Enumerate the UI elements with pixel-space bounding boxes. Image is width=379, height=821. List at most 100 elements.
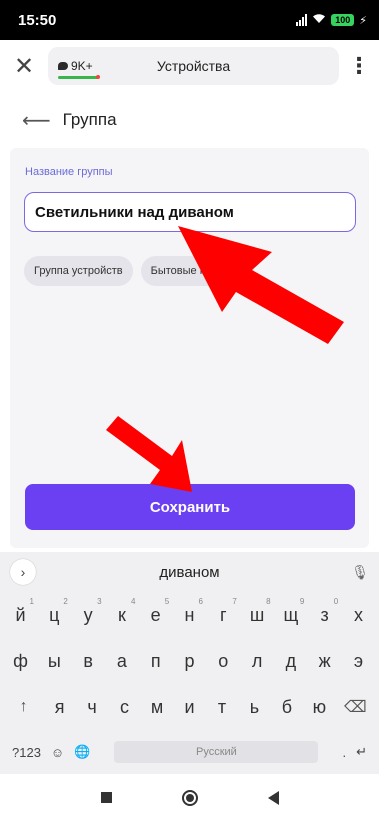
enter-key[interactable]: ↵ [356,744,367,760]
chip-device-group[interactable]: Группа устройств [24,256,133,286]
signal-icon [296,14,308,26]
key[interactable]: з0 [308,597,341,626]
key[interactable]: е5 [139,597,172,626]
key[interactable]: й1 [4,597,37,626]
keyboard: › диваном 🎙 й1ц2у3к4е5н6г7ш8щ9з0х фывапр… [0,552,379,774]
suggestion-bar: › диваном 🎙 [0,552,379,592]
key-label: ь [249,696,260,717]
home-icon[interactable] [181,789,198,806]
key[interactable]: г7 [207,597,240,626]
key-label: с [120,696,130,717]
key-label: о [218,650,229,671]
key-label: м [150,696,164,717]
key[interactable]: ю [303,697,335,718]
recents-icon[interactable] [100,792,112,803]
key-hint: 6 [198,596,203,606]
key[interactable]: у3 [72,597,105,626]
key-row-bottom: ?123 ☺ 🌐 Русский . ↵ [0,730,379,774]
key-label: н [184,604,195,625]
chip-appliances[interactable]: Бытовые приборы [140,256,255,286]
key[interactable]: п [139,651,172,672]
more-menu-button[interactable]: ⋮ [339,42,379,90]
key[interactable]: о [207,651,240,672]
key-hint: 2 [63,596,68,606]
system-nav-bar [0,774,379,821]
key-row-3: ↑ я ч с м и т ь б ю ⌫ [0,684,379,730]
key-hint: 0 [333,596,339,606]
key-hint: 1 [29,596,34,606]
screen-title: Группа [62,110,117,129]
key[interactable]: ф [4,651,37,672]
microphone-icon[interactable]: 🎙 [351,564,369,581]
key[interactable]: ь [238,697,270,718]
key[interactable]: н6 [173,597,206,626]
key[interactable]: с [108,697,140,718]
key-hint: 7 [232,596,237,606]
group-name-input[interactable] [24,192,356,232]
key-hint: 3 [97,596,102,606]
key-label: д [285,650,297,671]
status-time: 15:50 [18,11,57,29]
key[interactable]: м [141,697,173,718]
emoji-key[interactable]: ☺ [51,745,64,760]
key[interactable]: ц2 [38,597,71,626]
key[interactable]: р [173,651,206,672]
key-label: в [83,650,93,671]
key[interactable]: а [105,651,138,672]
back-arrow-icon[interactable]: ⟵ [22,108,51,133]
key[interactable]: ы [38,651,71,672]
key[interactable]: ж [308,651,341,672]
notifications-underline [58,76,98,79]
key-label: й [15,604,26,625]
key[interactable]: э [342,651,375,672]
more-vertical-icon: ⋮ [348,53,370,78]
key-label: ф [13,650,28,671]
space-key[interactable]: Русский [114,741,319,763]
key-label: з [320,604,329,625]
status-icons: 100 ⚡ [296,13,367,27]
key-label: ж [318,650,331,671]
key-row-2: фы в а п р о л дж э [0,638,379,684]
key-label: ц [49,604,60,625]
group-form: Название группы Группа устройств Бытовые… [10,148,369,548]
expand-toolbar-button[interactable]: › [10,559,36,585]
shift-key[interactable]: ↑ [4,698,43,716]
backspace-key[interactable]: ⌫ [336,697,375,717]
key[interactable]: в [72,651,105,672]
close-button[interactable]: ✕ [0,42,48,90]
address-bar[interactable]: 9K+ Устройства [48,47,339,85]
key-hint: 9 [299,596,305,606]
key[interactable]: и [173,697,205,718]
period-key[interactable]: . [342,745,346,760]
key[interactable]: щ9 [274,597,307,626]
charging-icon: ⚡ [359,14,367,27]
key-label: ш [249,604,265,625]
key-row-1: й1ц2у3к4е5н6г7ш8щ9з0х [0,592,379,638]
key-label: б [281,696,293,717]
key[interactable]: ч [76,697,108,718]
wifi-icon [312,13,326,27]
suggestion-word[interactable]: диваном [0,564,379,581]
key[interactable]: я [43,697,75,718]
key[interactable]: д [274,651,307,672]
numbers-key[interactable]: ?123 [12,745,41,760]
key-label: а [116,650,127,671]
close-icon: ✕ [13,52,35,80]
key-label: ю [312,696,327,717]
key[interactable]: х [342,605,375,626]
key-label: л [251,650,263,671]
globe-icon[interactable]: 🌐 [74,744,90,760]
back-icon[interactable] [267,790,279,805]
key[interactable]: б [271,697,303,718]
browser-bar: ✕ 9K+ Устройства ⋮ [0,40,379,92]
save-button[interactable]: Сохранить [25,484,355,530]
key-label: и [184,696,195,717]
key[interactable]: т [206,697,238,718]
key-hint: 4 [130,596,136,606]
battery-icon: 100 [331,14,355,26]
key[interactable]: ш8 [241,597,274,626]
key[interactable]: к4 [105,597,138,626]
key-label: к [117,604,126,625]
notifications-badge[interactable]: 9K+ [58,59,100,79]
key[interactable]: л [241,651,274,672]
